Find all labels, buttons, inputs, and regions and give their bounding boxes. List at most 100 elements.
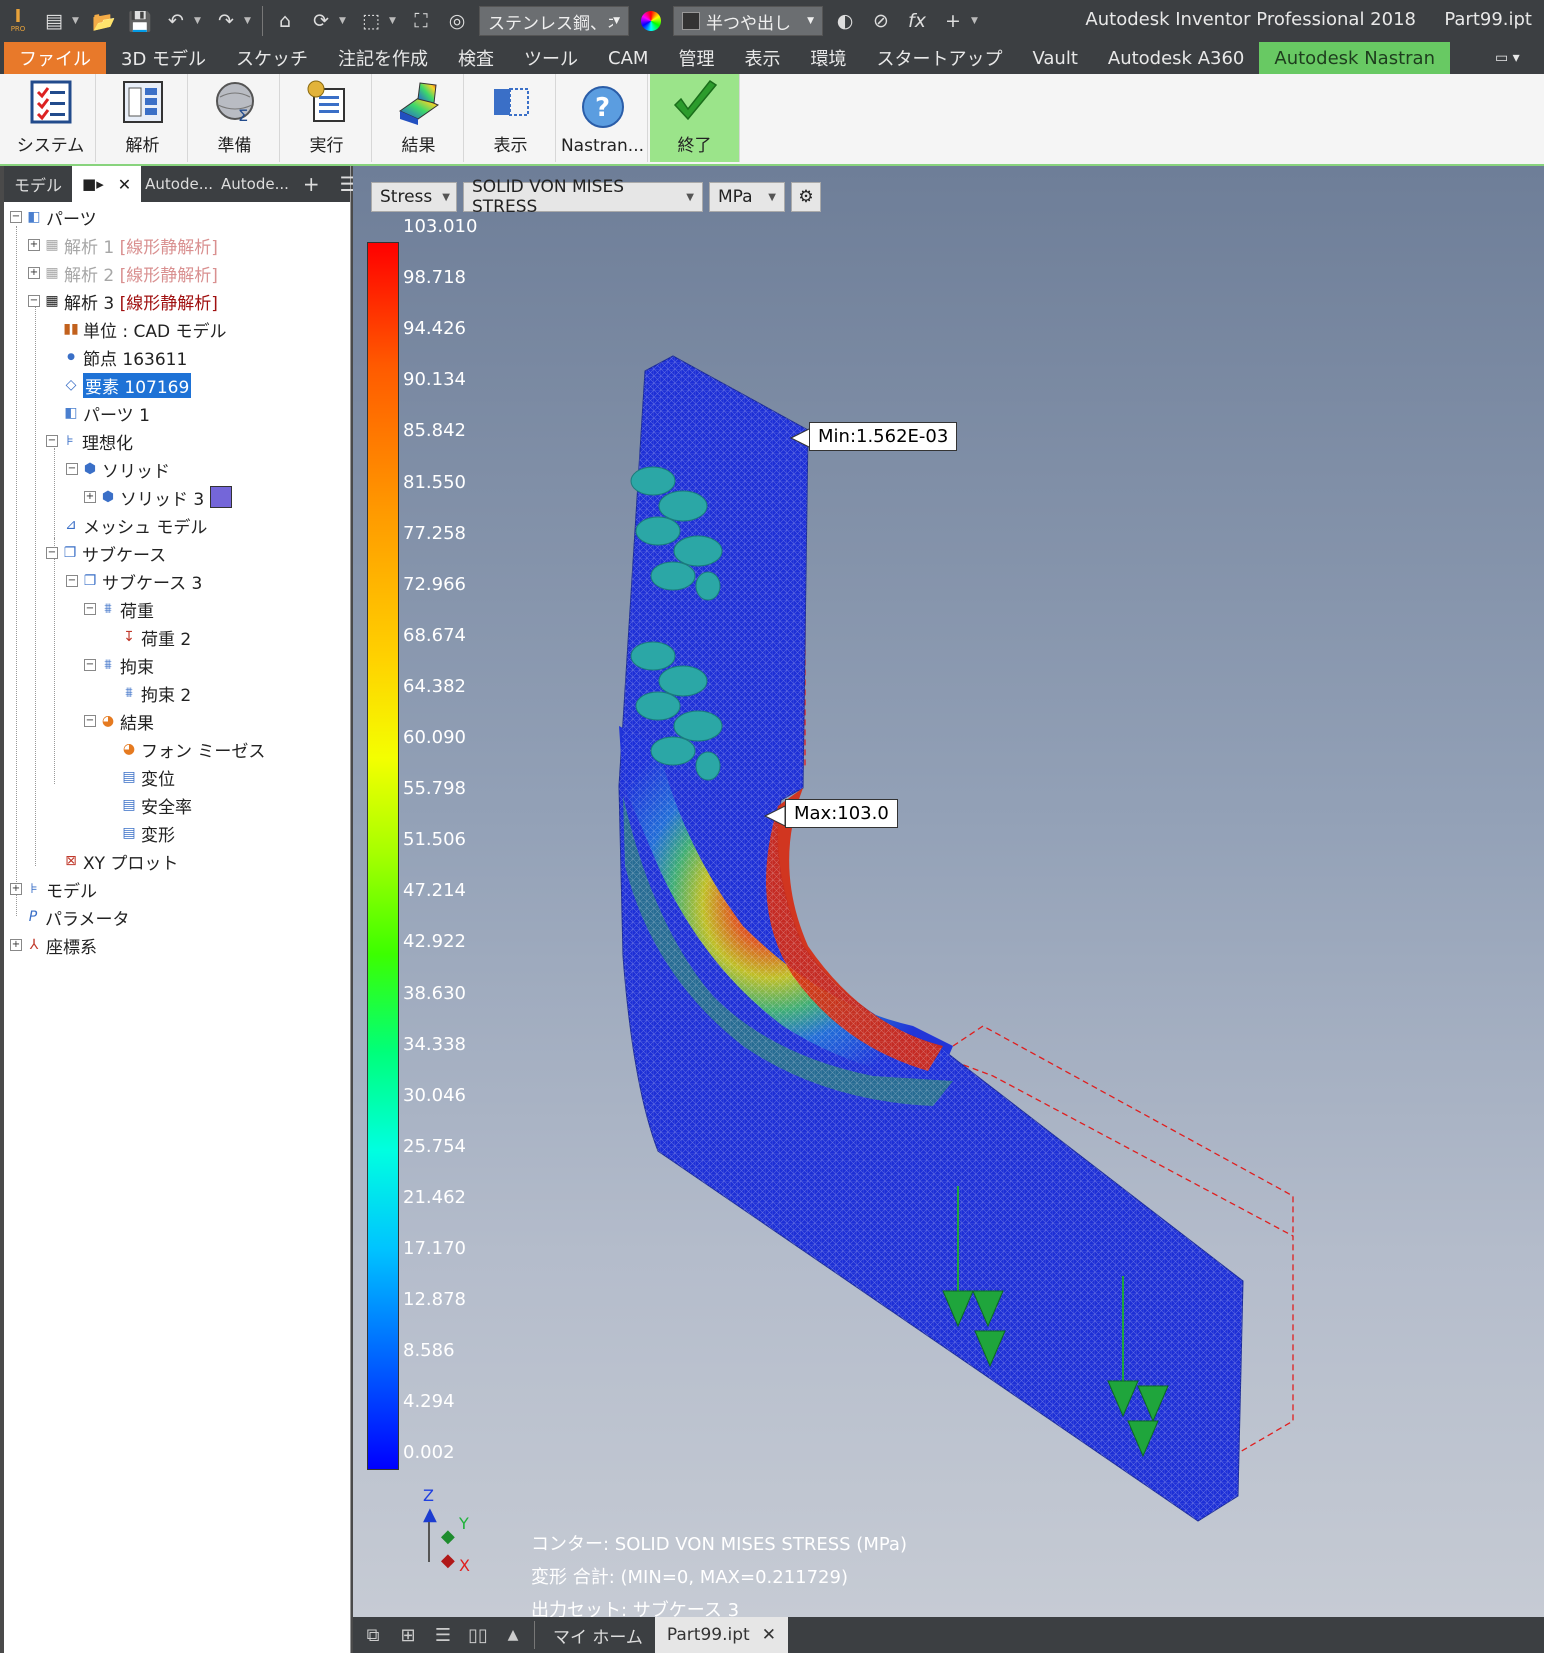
close-icon[interactable]: ✕ bbox=[118, 175, 131, 194]
tab-vault[interactable]: Vault bbox=[1017, 42, 1092, 74]
tree-item-load-2[interactable]: ↧ 荷重 2 bbox=[120, 624, 191, 650]
tab-manage[interactable]: 管理 bbox=[663, 42, 729, 74]
expand-icon[interactable]: + bbox=[10, 883, 22, 895]
tree-item-constraints[interactable]: − ⩩ 拘束 bbox=[84, 652, 154, 678]
tree-item-parts[interactable]: − ◧ パーツ bbox=[10, 204, 97, 230]
tab-file[interactable]: ファイル bbox=[4, 42, 106, 74]
tree-item-nodes[interactable]: ● 節点 163611 bbox=[62, 344, 187, 370]
expand-icon[interactable]: + bbox=[10, 939, 22, 951]
prepare-button[interactable]: Σ 準備 bbox=[190, 74, 280, 162]
tab-autodesk-1[interactable]: Autode... bbox=[141, 166, 217, 202]
tree-item-part-1[interactable]: ◧ パーツ 1 bbox=[62, 400, 150, 426]
chevron-down-icon[interactable]: ▼ bbox=[194, 6, 204, 36]
tree-item-mesh-model[interactable]: ⊿ メッシュ モデル bbox=[62, 512, 207, 538]
tab-inspect[interactable]: 検査 bbox=[443, 42, 509, 74]
fx-icon[interactable]: fx bbox=[902, 6, 932, 36]
tab-model-browser[interactable]: モデル bbox=[4, 166, 72, 202]
tree-item-von-mises[interactable]: ◕ フォン ミーゼス bbox=[120, 736, 266, 762]
chevron-down-icon[interactable]: ▼ bbox=[389, 6, 399, 36]
ipart-icon[interactable]: ⛶ bbox=[406, 6, 436, 36]
collapse-icon[interactable]: − bbox=[46, 435, 58, 447]
tree-item-subcase-3[interactable]: − ❐ サブケース 3 bbox=[66, 568, 202, 594]
collapse-icon[interactable]: − bbox=[28, 295, 40, 307]
tab-nastran-browser[interactable]: ■▸ ✕ bbox=[72, 166, 142, 202]
min-callout[interactable]: Min:1.562E-03 bbox=[809, 422, 958, 451]
view-triad[interactable]: Z ▲ Y ◆ X ◆ bbox=[415, 1486, 485, 1576]
tree-item-constraint-2[interactable]: ⩩ 拘束 2 bbox=[120, 680, 191, 706]
tree-item-safety-factor[interactable]: ▤ 安全率 bbox=[120, 792, 192, 818]
tab-3d-model[interactable]: 3D モデル bbox=[106, 42, 221, 74]
adjust-appearance-icon[interactable]: ◐ bbox=[830, 6, 860, 36]
ribbon-options-icon[interactable]: ▭ ▾ bbox=[1480, 42, 1535, 74]
tree-item-model[interactable]: + ⊧ モデル bbox=[10, 876, 97, 902]
open-folder-icon[interactable]: 📂 bbox=[89, 6, 119, 36]
tab-sketch[interactable]: スケッチ bbox=[221, 42, 323, 74]
system-button[interactable]: システム bbox=[6, 74, 96, 162]
tree-item-analysis-1[interactable]: + ▦ 解析 1 [線形静解析] bbox=[28, 232, 218, 258]
tab-tools[interactable]: ツール bbox=[509, 42, 593, 74]
tree-item-units[interactable]: ▮▮ 単位 : CAD モデル bbox=[62, 316, 226, 342]
plus-icon[interactable]: + bbox=[938, 6, 968, 36]
cascade-windows-icon[interactable]: ⧉ bbox=[358, 1620, 388, 1650]
tab-get-started[interactable]: スタートアップ bbox=[861, 42, 1017, 74]
close-icon[interactable]: ✕ bbox=[762, 1625, 776, 1645]
nastran-help-button[interactable]: ? Nastran... bbox=[558, 74, 648, 162]
home-icon[interactable]: ⌂ bbox=[270, 6, 300, 36]
material-select[interactable]: ステンレス鋼、オ ▼ bbox=[479, 6, 629, 36]
chevron-down-icon[interactable]: ▼ bbox=[244, 6, 254, 36]
tree-item-deformation[interactable]: ▤ 変形 bbox=[120, 820, 175, 846]
color-wheel-icon[interactable] bbox=[636, 6, 666, 36]
tab-autodesk-2[interactable]: Autode... bbox=[217, 166, 293, 202]
tab-environments[interactable]: 環境 bbox=[795, 42, 861, 74]
tree-item-idealization[interactable]: − ⊧ 理想化 bbox=[46, 428, 133, 454]
collapse-icon[interactable]: − bbox=[84, 715, 96, 727]
tile-vertical-icon[interactable]: ▯▯ bbox=[463, 1620, 493, 1650]
tree-item-analysis-3[interactable]: − ▦ 解析 3 [線形静解析] bbox=[28, 288, 218, 314]
color-swatch[interactable] bbox=[210, 486, 233, 508]
expand-icon[interactable]: + bbox=[28, 239, 40, 251]
display-button[interactable]: 表示 bbox=[466, 74, 556, 162]
tree-item-coord-system[interactable]: + ⅄ 座標系 bbox=[10, 932, 97, 958]
tree-item-displacement[interactable]: ▤ 変位 bbox=[120, 764, 175, 790]
customize-chevron-icon[interactable]: ▼ bbox=[971, 6, 981, 36]
chevron-down-icon[interactable]: ▼ bbox=[339, 6, 349, 36]
expand-icon[interactable]: + bbox=[84, 491, 96, 503]
collapse-icon[interactable]: − bbox=[84, 659, 96, 671]
add-tab-icon[interactable]: + bbox=[293, 166, 330, 202]
tree-item-loads[interactable]: − ⩩ 荷重 bbox=[84, 596, 154, 622]
tree-item-analysis-2[interactable]: + ▦ 解析 2 [線形静解析] bbox=[28, 260, 218, 286]
tab-view[interactable]: 表示 bbox=[729, 42, 795, 74]
collapse-icon[interactable]: − bbox=[66, 575, 78, 587]
collapse-icon[interactable]: − bbox=[46, 547, 58, 559]
tree-item-elements[interactable]: ◇ 要素 107169 bbox=[62, 372, 192, 398]
render-icon[interactable]: ◎ bbox=[442, 6, 472, 36]
arrange-up-icon[interactable]: ▲ bbox=[498, 1620, 528, 1650]
undo-icon[interactable]: ↶ bbox=[161, 6, 191, 36]
appearance-select[interactable]: 半つや出し ▼ bbox=[673, 6, 823, 36]
update-icon[interactable]: ⟳ bbox=[306, 6, 336, 36]
redo-icon[interactable]: ↷ bbox=[211, 6, 241, 36]
collapse-icon[interactable]: − bbox=[10, 211, 22, 223]
tree-item-parameters[interactable]: P パラメータ bbox=[24, 904, 130, 930]
expand-icon[interactable]: + bbox=[28, 267, 40, 279]
tree-item-subcases[interactable]: − ❐ サブケース bbox=[46, 540, 166, 566]
collapse-icon[interactable]: − bbox=[84, 603, 96, 615]
tab-cam[interactable]: CAM bbox=[593, 42, 663, 74]
tab-nastran[interactable]: Autodesk Nastran bbox=[1259, 42, 1450, 74]
clear-appearance-icon[interactable]: ⊘ bbox=[866, 6, 896, 36]
tab-my-home[interactable]: マイ ホーム bbox=[541, 1617, 655, 1653]
save-icon[interactable]: 💾 bbox=[125, 6, 155, 36]
tree-item-solid-3[interactable]: + ⬢ ソリッド 3 bbox=[84, 484, 233, 510]
chevron-down-icon[interactable]: ▼ bbox=[72, 6, 82, 36]
select-icon[interactable]: ⬚ bbox=[356, 6, 386, 36]
finish-button[interactable]: 終了 bbox=[650, 74, 740, 162]
graphics-viewport[interactable]: Stress ▼ SOLID VON MISES STRESS ▼ MPa ▼ ⚙ 1… bbox=[353, 166, 1544, 1617]
results-button[interactable]: 結果 bbox=[374, 74, 464, 162]
analysis-button[interactable]: 解析 bbox=[98, 74, 188, 162]
collapse-icon[interactable]: − bbox=[66, 463, 78, 475]
app-logo[interactable]: I PRO bbox=[3, 6, 33, 36]
tab-annotate[interactable]: 注記を作成 bbox=[323, 42, 443, 74]
tree-item-solid[interactable]: − ⬢ ソリッド bbox=[66, 456, 170, 482]
tree-item-results[interactable]: − ◕ 結果 bbox=[84, 708, 154, 734]
max-callout[interactable]: Max:103.0 bbox=[785, 799, 898, 828]
